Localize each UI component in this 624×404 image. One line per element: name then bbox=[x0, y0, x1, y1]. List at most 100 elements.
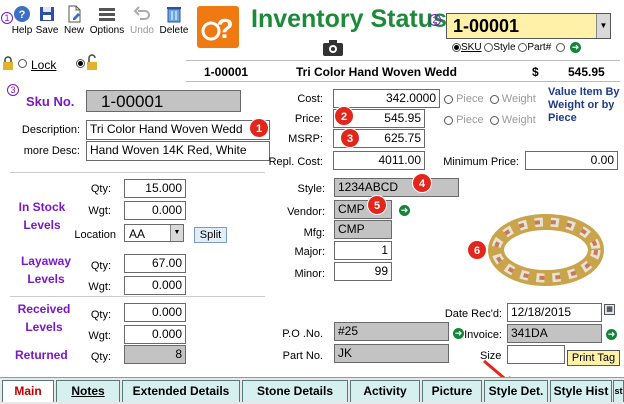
undo-button[interactable]: Undo bbox=[128, 4, 156, 44]
delete-button[interactable]: Delete bbox=[158, 4, 190, 44]
layaway-wgt-label: Wgt: bbox=[88, 281, 111, 293]
layaway-wgt-field[interactable]: 0.000 bbox=[124, 276, 186, 295]
vendor-go-arrow-icon[interactable]: ➜ bbox=[399, 205, 410, 216]
new-label: New bbox=[63, 25, 84, 36]
minor-field[interactable]: 99 bbox=[334, 262, 392, 281]
chevron-down-icon[interactable]: ▼ bbox=[170, 225, 183, 241]
options-button[interactable]: Options bbox=[89, 4, 125, 44]
banner-description: Tri Color Hand Woven Wedd bbox=[296, 65, 457, 79]
repl-cost-label: Repl. Cost: bbox=[268, 156, 323, 168]
style-label: Style: bbox=[297, 183, 325, 195]
camera-icon[interactable] bbox=[322, 39, 344, 57]
part-radio[interactable] bbox=[518, 42, 528, 52]
layaway-qty-field[interactable]: 67.00 bbox=[124, 254, 186, 273]
new-document-icon bbox=[68, 5, 81, 23]
svg-text:?: ? bbox=[216, 13, 233, 44]
more-desc-field[interactable]: Hand Woven 14K Red, White bbox=[86, 141, 270, 161]
part-no-field[interactable]: JK bbox=[334, 344, 449, 363]
sku-radio[interactable] bbox=[452, 42, 461, 52]
returned-qty-label: Qty: bbox=[90, 351, 111, 363]
extra-radio[interactable] bbox=[556, 43, 565, 52]
item-banner: 1-00001 Tri Color Hand Woven Wedd $ 545.… bbox=[186, 60, 620, 82]
price-label: Price: bbox=[294, 113, 323, 125]
print-tag-button[interactable]: Print Tag bbox=[567, 350, 620, 366]
qty-field[interactable]: 15.000 bbox=[124, 179, 186, 198]
invoice-label: Invoice: bbox=[464, 329, 502, 341]
received-qty-field[interactable]: 0.000 bbox=[124, 303, 186, 322]
description-field[interactable]: Tri Color Hand Woven Wedd bbox=[86, 120, 270, 140]
date-recd-field[interactable]: 12/18/2015 bbox=[507, 303, 602, 322]
tab-main[interactable]: Main bbox=[2, 380, 54, 402]
location-select[interactable]: AA ▼ bbox=[124, 224, 184, 242]
major-field[interactable]: 1 bbox=[334, 241, 392, 260]
tab-style-hist[interactable]: Style Hist bbox=[550, 380, 612, 402]
callout-badge-2: 2 bbox=[334, 106, 354, 126]
sku-select[interactable]: 1-00001 ▼ bbox=[446, 13, 611, 39]
split-button[interactable]: Split bbox=[194, 227, 227, 243]
price-weight-label: Weight bbox=[501, 114, 536, 126]
vendor-label: Vendor: bbox=[287, 206, 325, 218]
location-value: AA bbox=[129, 227, 146, 241]
tab-overflow[interactable]: st bbox=[613, 380, 624, 402]
price-weight-radio[interactable] bbox=[489, 115, 499, 125]
date-recd-label: Date Rec'd: bbox=[444, 308, 502, 320]
tab-extended-details[interactable]: Extended Details bbox=[122, 380, 240, 402]
style-radio-label: Style bbox=[493, 42, 516, 53]
min-price-field[interactable]: 0.00 bbox=[525, 151, 618, 170]
received-qty-label: Qty: bbox=[90, 309, 111, 321]
style-field[interactable]: 1234ABCD bbox=[334, 178, 459, 197]
divider-line bbox=[10, 296, 265, 297]
invoice-field[interactable]: 341DA bbox=[507, 324, 602, 343]
callout-badge-3: 3 bbox=[340, 128, 360, 148]
min-price-label: Minimum Price: bbox=[443, 156, 519, 168]
delete-label: Delete bbox=[159, 25, 189, 36]
unlock-radio[interactable] bbox=[76, 59, 85, 68]
invoice-go-arrow-icon[interactable]: ➜ bbox=[606, 329, 617, 340]
po-field[interactable]: #25 bbox=[334, 322, 449, 341]
mfg-field[interactable]: CMP bbox=[334, 220, 392, 239]
wgt-label: Wgt: bbox=[88, 205, 111, 217]
cost-weight-radio[interactable] bbox=[489, 94, 499, 104]
help-button[interactable]: ? Help bbox=[8, 4, 36, 44]
calendar-icon[interactable]: ▦ bbox=[604, 304, 615, 315]
new-button[interactable]: New bbox=[60, 4, 88, 44]
po-label: P.O .No. bbox=[282, 328, 323, 340]
step-3-marker: 3 bbox=[7, 84, 19, 96]
sku-field[interactable]: 1-00001 bbox=[86, 90, 241, 112]
help-icon: ? bbox=[14, 6, 30, 22]
save-label: Save bbox=[35, 25, 59, 36]
major-label: Major: bbox=[294, 246, 325, 258]
tab-notes[interactable]: Notes bbox=[56, 380, 120, 402]
lock-radio[interactable] bbox=[18, 59, 27, 68]
tab-picture[interactable]: Picture bbox=[422, 380, 482, 402]
cost-field[interactable]: 342.0000 bbox=[333, 89, 440, 108]
floppy-disk-icon bbox=[40, 7, 54, 21]
returned-qty-field[interactable]: 8 bbox=[124, 345, 186, 364]
more-desc-label: more Desc: bbox=[23, 145, 80, 157]
go-arrow-icon[interactable]: ➜ bbox=[570, 42, 581, 53]
divider-line bbox=[10, 172, 265, 173]
sku-label: Sku No. bbox=[26, 94, 75, 109]
search-by-options: SKU Style Part# bbox=[452, 42, 551, 53]
style-radio[interactable] bbox=[484, 42, 494, 52]
minor-label: Minor: bbox=[294, 268, 325, 280]
repl-cost-field[interactable]: 4011.00 bbox=[333, 151, 425, 170]
svg-text:?: ? bbox=[19, 9, 26, 21]
ring-question-logo-icon: ? bbox=[201, 13, 234, 44]
received-wgt-field[interactable]: 0.000 bbox=[124, 325, 186, 344]
tab-style-det[interactable]: Style Det. bbox=[484, 380, 548, 402]
price-piece-radio[interactable] bbox=[444, 115, 453, 125]
layaway-qty-label: Qty: bbox=[90, 260, 111, 272]
value-item-note: Value Item By Weight or by Piece bbox=[548, 86, 620, 124]
save-button[interactable]: Save bbox=[33, 4, 61, 44]
hamburger-menu-icon bbox=[99, 8, 115, 21]
chevron-down-icon[interactable]: ▼ bbox=[596, 14, 610, 38]
ring-product-image bbox=[488, 214, 604, 286]
tab-stone-details[interactable]: Stone Details bbox=[242, 380, 348, 402]
received-label: Received Levels bbox=[17, 302, 71, 334]
tab-activity[interactable]: Activity bbox=[350, 380, 420, 402]
description-label: Description: bbox=[21, 124, 80, 136]
cost-unit-options: Piece Weight bbox=[444, 93, 536, 105]
wgt-field[interactable]: 0.000 bbox=[124, 201, 186, 220]
cost-piece-radio[interactable] bbox=[444, 94, 453, 104]
